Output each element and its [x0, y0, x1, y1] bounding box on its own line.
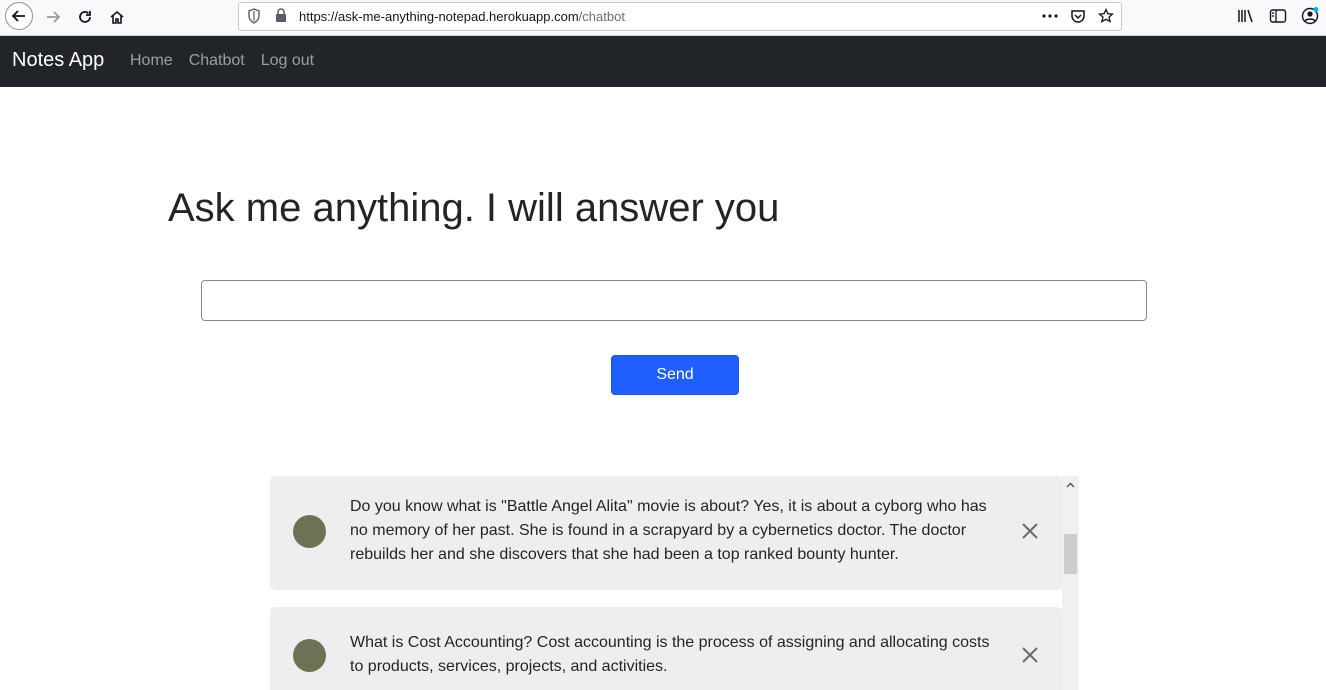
nav-chatbot-link[interactable]: Chatbot — [189, 52, 245, 70]
question-input[interactable] — [201, 280, 1147, 321]
home-icon[interactable] — [103, 3, 131, 31]
close-icon[interactable] — [1020, 645, 1040, 665]
address-bar[interactable]: https://ask-me-anything-notepad.herokuap… — [238, 2, 1122, 31]
nav-home-link[interactable]: Home — [130, 52, 173, 70]
account-icon[interactable] — [1300, 6, 1320, 26]
forward-arrow-icon[interactable] — [39, 3, 67, 31]
scroll-up-icon[interactable] — [1062, 476, 1079, 493]
avatar — [293, 639, 326, 672]
url-text[interactable]: https://ask-me-anything-notepad.herokuap… — [299, 9, 625, 24]
lock-icon[interactable] — [275, 8, 287, 28]
nav-logout-link[interactable]: Log out — [261, 52, 314, 70]
message-card: What is Cost Accounting? Cost accounting… — [270, 607, 1062, 690]
shield-icon[interactable] — [247, 8, 261, 29]
bookmark-star-icon[interactable] — [1097, 7, 1115, 25]
brand-logo[interactable]: Notes App — [12, 49, 104, 72]
nav-links: Home Chatbot Log out — [130, 52, 314, 70]
scroll-thumb[interactable] — [1064, 534, 1077, 574]
url-host: https://ask-me-anything-notepad.herokuap… — [299, 9, 579, 24]
url-path: /chatbot — [578, 9, 625, 24]
sidebar-icon[interactable] — [1268, 6, 1288, 26]
avatar — [293, 515, 326, 548]
back-arrow-icon[interactable] — [5, 2, 33, 30]
messages-scrollbar[interactable] — [1062, 476, 1079, 690]
library-icon[interactable] — [1236, 6, 1256, 26]
close-icon[interactable] — [1020, 521, 1040, 541]
more-actions-icon[interactable] — [1041, 7, 1059, 25]
page-title: Ask me anything. I will answer you — [168, 186, 780, 230]
message-text: What is Cost Accounting? Cost accounting… — [350, 634, 990, 675]
browser-toolbar: https://ask-me-anything-notepad.herokuap… — [0, 0, 1326, 36]
app-navbar: Notes App Home Chatbot Log out — [0, 36, 1326, 87]
message-text: Do you know what is "Battle Angel Alita"… — [350, 498, 987, 563]
reload-icon[interactable] — [71, 3, 99, 31]
send-button[interactable]: Send — [611, 355, 739, 395]
message-card: Do you know what is "Battle Angel Alita"… — [270, 476, 1062, 590]
pocket-icon[interactable] — [1069, 7, 1087, 25]
messages-list[interactable]: Do you know what is "Battle Angel Alita"… — [270, 476, 1062, 690]
